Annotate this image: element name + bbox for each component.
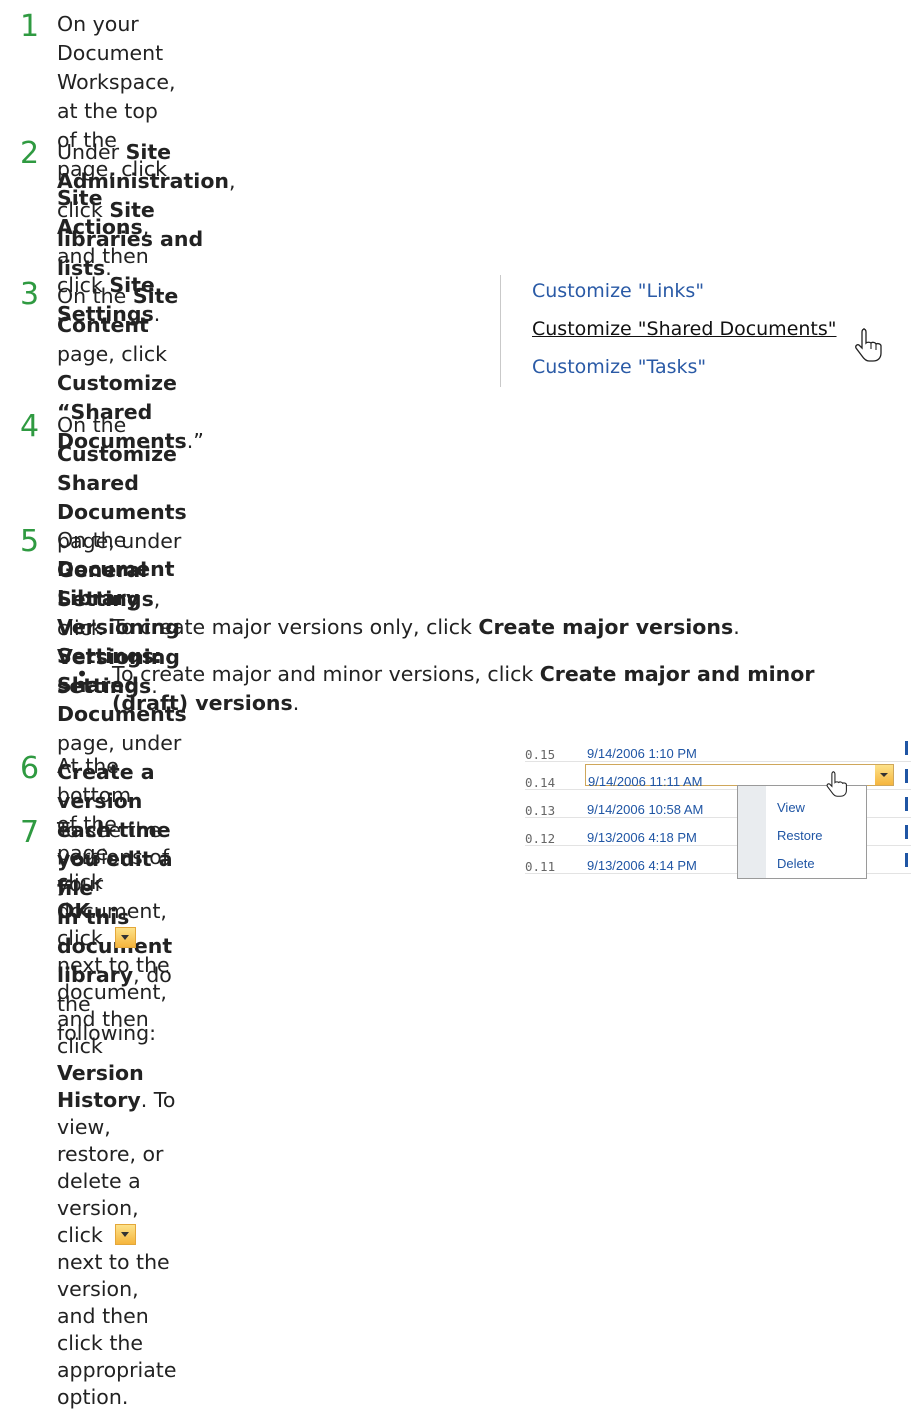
bullet-item: • To create major versions only, click C… (76, 613, 814, 642)
bold-term: Version (57, 1061, 144, 1085)
hand-pointer-icon (826, 771, 847, 797)
version-date-link[interactable]: 9/13/2006 4:14 PM (587, 851, 697, 880)
table-row[interactable]: 0.15 9/14/2006 1:10 PM (525, 733, 911, 762)
step-number: 6 (20, 751, 40, 786)
customize-shared-documents-link[interactable]: Customize "Shared Documents" (532, 317, 837, 341)
text-run: To create major versions only, click (112, 615, 479, 639)
dropdown-arrow-icon[interactable] (875, 765, 893, 785)
bullet-list: • To create major versions only, click C… (76, 613, 814, 718)
text-run: To see the versions of your (57, 818, 170, 896)
text-run: document, click (57, 899, 167, 950)
menu-gutter (738, 786, 766, 878)
text-run: . (292, 691, 300, 715)
text-run: On the (57, 284, 133, 308)
text-run: next to the version, (57, 1250, 170, 1301)
bullet-dot: • (76, 615, 89, 639)
column-edge-marker (905, 825, 908, 839)
text-run: On the (57, 413, 127, 437)
customize-tasks-link[interactable]: Customize "Tasks" (532, 355, 706, 379)
text-run: page, click (57, 342, 168, 366)
menu-item-delete[interactable]: Delete (777, 849, 815, 878)
bullet-dot: • (76, 662, 89, 686)
column-edge-marker (905, 797, 908, 811)
bold-term: (draft) versions (112, 691, 293, 715)
dropdown-arrow-icon (115, 1224, 137, 1245)
version-context-menu: View Restore Delete (737, 785, 867, 879)
text-run: On the (57, 528, 127, 552)
bold-term: Customize Shared Documents (57, 442, 187, 524)
text-run: To create major and minor versions, clic… (112, 662, 540, 686)
bullet-text: To create major and minor versions, clic… (112, 662, 814, 715)
text-run: . (105, 256, 112, 280)
step-number: 3 (20, 277, 40, 312)
bold-term: History (57, 1088, 141, 1112)
dropdown-arrow-icon (115, 927, 137, 948)
hand-pointer-icon (855, 328, 882, 362)
bold-term: Create major versions (478, 615, 734, 639)
text-run: next to the (57, 953, 170, 977)
text-run: and then click the appropriate option. (57, 1304, 177, 1409)
version-history-table: 0.15 9/14/2006 1:10 PM 0.14 9/14/2006 11… (525, 733, 911, 933)
column-edge-marker (905, 853, 908, 867)
customize-links-link[interactable]: Customize "Links" (532, 279, 704, 303)
column-edge-marker (905, 769, 908, 783)
text-run: document, and then click (57, 980, 167, 1058)
step-text: Under Site Administration, click Site li… (57, 138, 236, 283)
column-edge-marker (905, 741, 908, 755)
step-number: 1 (20, 9, 40, 44)
bullet-item: • To create major and minor versions, cl… (76, 660, 814, 718)
step-text: To see the versions of your document, cli… (57, 817, 176, 1411)
customize-links-panel: Customize "Links" Customize "Shared Docu… (500, 275, 901, 387)
text-run: . (733, 615, 740, 639)
step-number: 7 (20, 815, 40, 850)
step-number: 4 (20, 409, 40, 444)
text-run: .” (186, 429, 204, 453)
step-number: 5 (20, 524, 40, 559)
version-number: 0.11 (525, 859, 556, 874)
menu-item-view[interactable]: View (777, 793, 805, 822)
bullet-text: To create major versions only, click Cre… (112, 615, 740, 639)
text-run: Under (57, 140, 126, 164)
step-number: 2 (20, 136, 40, 171)
menu-item-restore[interactable]: Restore (777, 821, 823, 850)
bold-term: Create major and minor (539, 662, 815, 686)
